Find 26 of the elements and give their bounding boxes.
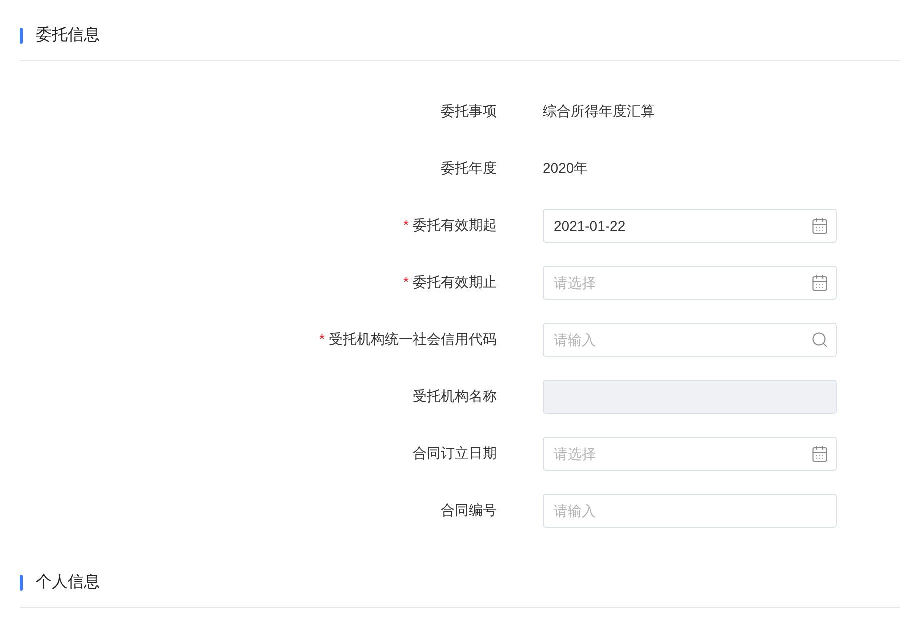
search-icon bbox=[811, 330, 829, 348]
field-label: 委托有效期止 bbox=[413, 273, 497, 292]
section-marker bbox=[20, 28, 23, 44]
field-label: 委托年度 bbox=[441, 159, 497, 178]
calendar-icon bbox=[811, 216, 829, 234]
date-field[interactable]: 请选择 bbox=[543, 266, 837, 300]
input-field[interactable]: 请输入 bbox=[543, 494, 837, 528]
calendar-icon bbox=[811, 274, 829, 292]
field-label: 合同编号 bbox=[441, 501, 497, 520]
required-asterisk: * bbox=[404, 216, 409, 235]
date-field[interactable]: 请选择 bbox=[543, 436, 837, 470]
field-label: 委托事项 bbox=[441, 102, 497, 121]
field-value: 2020年 bbox=[543, 160, 588, 176]
field-label: 受托机构名称 bbox=[413, 387, 497, 406]
section-title: 委托信息 bbox=[36, 26, 100, 46]
calendar-icon bbox=[811, 444, 829, 462]
section-marker bbox=[20, 575, 23, 591]
field-value: 综合所得年度汇算 bbox=[543, 102, 655, 118]
search-field[interactable]: 请输入 bbox=[543, 322, 837, 356]
field-label: 受托机构统一社会信用代码 bbox=[329, 330, 497, 349]
date-field[interactable]: 2021-01-22 bbox=[543, 208, 837, 242]
section-title: 个人信息 bbox=[36, 573, 100, 593]
field-label: 合同订立日期 bbox=[413, 444, 497, 463]
field-label: 委托有效期起 bbox=[413, 216, 497, 235]
required-asterisk: * bbox=[320, 330, 325, 349]
required-asterisk: * bbox=[404, 273, 409, 292]
